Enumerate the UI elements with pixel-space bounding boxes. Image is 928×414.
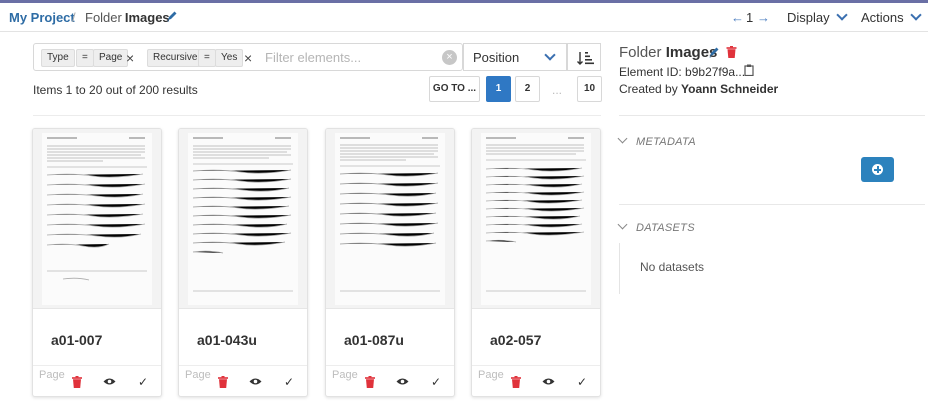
element-name[interactable]: a01-007 [51,332,102,348]
card-footer: Page ✓ [472,365,600,396]
check-icon[interactable]: ✓ [284,375,294,389]
element-id: Element ID: b9b27f9a... [619,65,745,79]
breadcrumb-current: Folder Images [85,10,170,25]
element-card[interactable]: a01-043u Page ✓ [178,128,308,397]
actions-menu-button[interactable]: Actions [861,9,922,25]
navigation-position: 1 [746,10,754,25]
next-arrow-icon[interactable]: → [757,10,770,25]
trash-icon[interactable] [72,376,82,388]
metadata-section-toggle[interactable]: METADATA [617,133,696,148]
display-menu-button[interactable]: Display [787,9,848,25]
element-type-label: Page [478,369,504,381]
datasets-section-toggle[interactable]: DATASETS [617,219,695,234]
divider [619,204,925,205]
results-summary: Items 1 to 20 out of 200 results [33,83,198,97]
sort-select[interactable]: Position [463,43,567,71]
trash-icon[interactable] [218,376,228,388]
filter-tag-key: Recursive [147,49,204,67]
page-2-button[interactable]: 2 [515,76,540,102]
page-10-button[interactable]: 10 [577,76,602,102]
filter-input[interactable]: Filter elements... [265,50,361,65]
created-by-label: Created by [619,82,678,96]
datasets-title: DATASETS [636,222,695,234]
sort-ascending-icon [577,52,594,65]
datasets-list: No datasets [619,243,925,294]
created-by: Created by Yoann Schneider [619,82,778,96]
trash-icon[interactable] [511,376,521,388]
actions-label: Actions [861,10,904,25]
details-element-type: Folder [619,44,662,61]
page-1-button[interactable]: 1 [486,76,511,102]
element-type-label: Page [332,369,358,381]
card-footer: Page ✓ [33,365,161,396]
element-name[interactable]: a02-057 [490,332,541,348]
chevron-down-icon [909,9,922,21]
metadata-title: METADATA [636,136,696,148]
add-metadata-button[interactable] [861,157,894,182]
filter-tag-value: Page [93,49,129,67]
sort-direction-button[interactable] [567,43,601,71]
breadcrumb-separator: / [72,10,76,25]
check-icon[interactable]: ✓ [431,375,441,389]
element-type-label: Page [185,369,211,381]
element-id-label: Element ID: [619,65,682,79]
element-name[interactable]: a01-043u [197,332,257,348]
sort-label: Position [473,50,520,65]
details-title: Folder Images [619,44,717,61]
chevron-down-icon [617,219,628,230]
filter-tag-operator: = [76,49,94,67]
page-thumbnail[interactable] [472,129,600,309]
element-type-label: Page [39,369,65,381]
pagination-ellipsis: ... [552,83,563,97]
edit-pencil-icon[interactable] [166,10,178,23]
trash-icon[interactable] [726,46,737,58]
chevron-down-icon [835,9,848,21]
datasets-empty-message: No datasets [640,260,705,274]
chevron-down-icon [544,49,556,61]
element-card[interactable]: a01-087u Page ✓ [325,128,455,397]
divider [33,115,601,116]
page-thumbnail[interactable] [326,129,454,309]
page-thumbnail[interactable] [33,129,161,309]
page-thumbnail[interactable] [179,129,307,309]
chevron-down-icon [617,133,628,144]
card-footer: Page ✓ [179,365,307,396]
eye-icon[interactable] [542,377,555,386]
check-icon[interactable]: ✓ [138,375,148,389]
filter-tag-key: Type [41,49,75,67]
filter-tag-operator: = [198,49,216,67]
display-label: Display [787,10,830,25]
goto-page-button[interactable]: GO TO ... [429,76,480,102]
breadcrumb-project[interactable]: My Project [9,10,75,25]
trash-icon[interactable] [365,376,375,388]
edit-pencil-icon[interactable] [708,46,720,59]
breadcrumb-element-name: Images [124,10,170,25]
filter-tag-value: Yes [215,49,244,67]
copy-clipboard-icon[interactable] [744,64,754,76]
card-footer: Page ✓ [326,365,454,396]
element-card[interactable]: a02-057 Page ✓ [471,128,601,397]
clear-filter-icon[interactable]: × [442,50,457,65]
eye-icon[interactable] [103,377,116,386]
check-icon[interactable]: ✓ [577,375,587,389]
previous-arrow-icon[interactable]: ← [731,10,744,25]
plus-circle-icon [872,164,883,175]
navbar: My Project / Folder Images ← 1 → Display … [0,3,928,32]
element-card[interactable]: a01-007 Page ✓ [32,128,162,397]
remove-filter-icon[interactable]: × [126,49,134,67]
filter-bar[interactable]: Type = Page × Recursive = Yes × Filter e… [33,43,463,71]
creator-name: Yoann Schneider [681,82,779,96]
element-id-value: b9b27f9a... [685,65,746,79]
breadcrumb-element-type: Folder [85,10,122,25]
eye-icon[interactable] [249,377,262,386]
remove-filter-icon[interactable]: × [244,49,252,67]
divider [619,115,925,116]
eye-icon[interactable] [396,377,409,386]
element-name[interactable]: a01-087u [344,332,404,348]
